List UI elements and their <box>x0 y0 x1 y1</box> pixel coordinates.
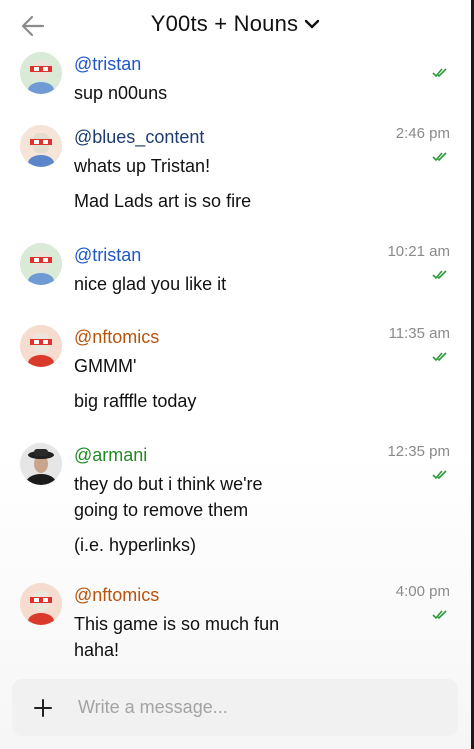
avatar-peach-glasses-icon <box>20 125 62 167</box>
avatar-dark-hat-icon <box>20 443 62 485</box>
message-text: (i.e. hyperlinks) <box>74 535 197 555</box>
double-check-icon <box>432 270 447 280</box>
message-text: nice glad you like it <box>74 274 227 294</box>
timestamp: 2:46 pm <box>395 125 450 142</box>
message-text: sup n00uns <box>74 83 168 103</box>
message-input[interactable] <box>78 697 418 718</box>
message-content: @nftomics This game is so much fun haha! <box>74 583 374 663</box>
double-check-icon <box>432 470 447 480</box>
avatar[interactable] <box>20 52 62 94</box>
avatar-green-glasses-icon <box>20 243 62 285</box>
message-text: big rafffle today <box>74 391 197 411</box>
chat-header: Y00ts + Nouns <box>0 0 471 52</box>
message-content: @blues_content whats up Tristan! Mad Lad… <box>74 125 374 214</box>
username[interactable]: @blues_content <box>74 125 374 149</box>
message-content: @nftomics GMMM' big rafffle today <box>74 325 374 414</box>
double-check-icon <box>432 68 447 78</box>
username[interactable]: @nftomics <box>74 325 374 349</box>
avatar[interactable] <box>20 443 62 485</box>
plus-icon <box>34 698 52 717</box>
channel-selector[interactable]: Y00ts + Nouns <box>0 11 471 37</box>
double-check-icon <box>432 152 447 162</box>
timestamp: 12:35 pm <box>387 443 450 460</box>
timestamp: 11:35 am <box>388 325 450 342</box>
double-check-icon <box>432 610 447 620</box>
message-text: This game is so much fun <box>74 614 280 634</box>
timestamp: 10:21 am <box>387 243 450 260</box>
message-text: Mad Lads art is so fire <box>74 191 252 211</box>
page-title: Y00ts + Nouns <box>150 11 299 36</box>
chevron-down-icon <box>305 19 320 29</box>
avatar-green-glasses-icon <box>20 52 62 94</box>
message-composer <box>12 679 458 736</box>
username[interactable]: @tristan <box>74 52 374 76</box>
avatar[interactable] <box>20 243 62 285</box>
username[interactable]: @tristan <box>74 243 374 267</box>
avatar-red-glasses-icon <box>20 325 62 367</box>
message-text: going to remove them <box>74 500 249 520</box>
avatar[interactable] <box>20 125 62 167</box>
avatar[interactable] <box>20 325 62 367</box>
message-list[interactable]: @tristan sup n00uns @blues_content whats… <box>0 0 471 680</box>
double-check-icon <box>432 352 447 362</box>
timestamp: 4:00 pm <box>395 583 450 600</box>
avatar[interactable] <box>20 583 62 625</box>
message-text: haha! <box>74 640 120 660</box>
message-text: whats up Tristan! <box>74 156 211 176</box>
message-content: @tristan nice glad you like it <box>74 243 374 297</box>
avatar-red-glasses-icon <box>20 583 62 625</box>
message-content: @tristan sup n00uns <box>74 52 374 106</box>
message-text: they do but i think we're <box>74 474 263 494</box>
message-text: GMMM' <box>74 356 137 376</box>
message-content: @armani they do but i think we're going … <box>74 443 374 558</box>
chat-app: @tristan sup n00uns @blues_content whats… <box>0 0 471 749</box>
username[interactable]: @armani <box>74 443 374 467</box>
username[interactable]: @nftomics <box>74 583 374 607</box>
add-attachment-button[interactable] <box>28 693 58 723</box>
